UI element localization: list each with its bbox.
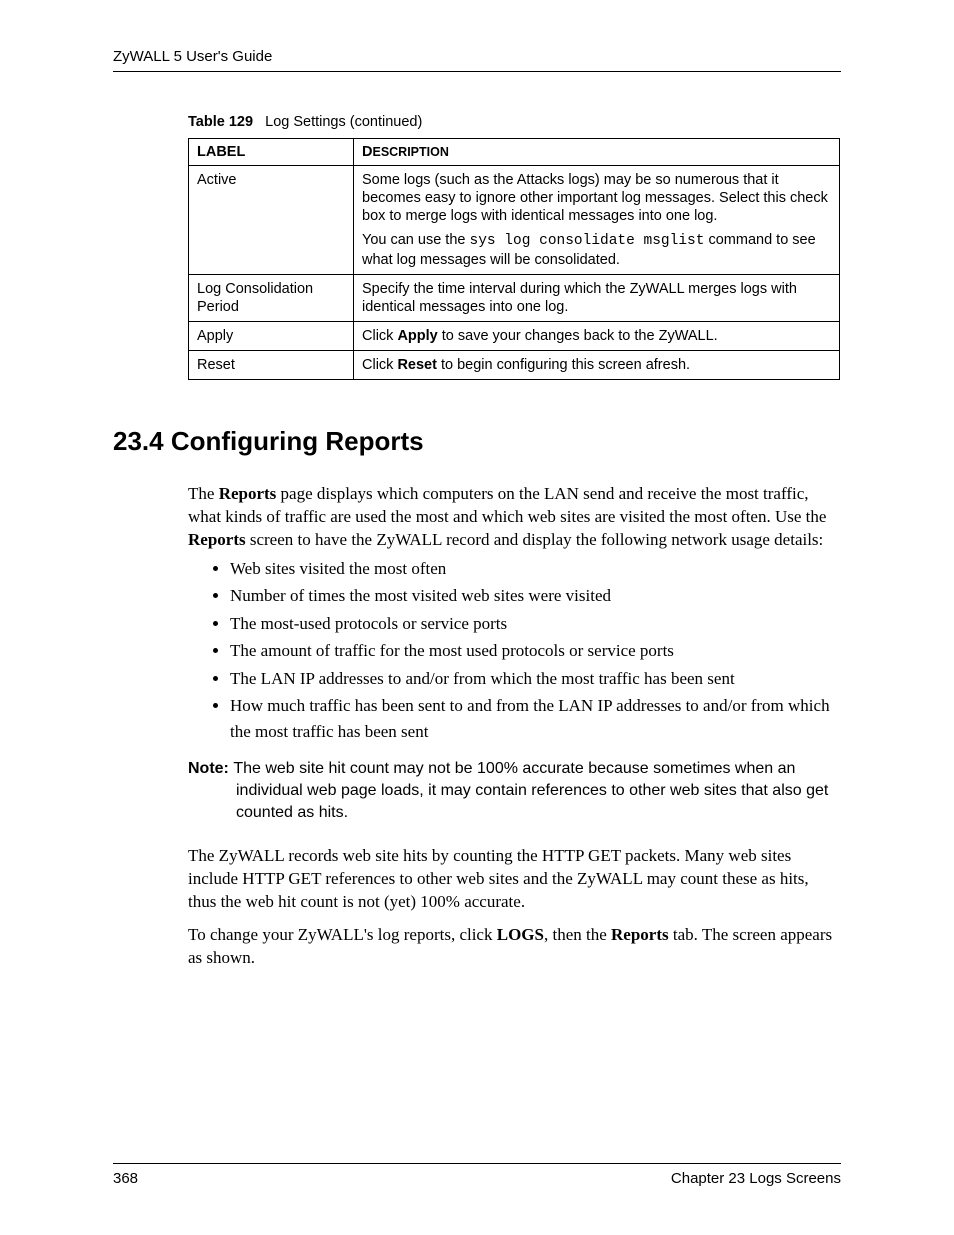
paragraph-after-note-1: The ZyWALL records web site hits by coun… <box>188 845 841 914</box>
list-item: Number of times the most visited web sit… <box>230 583 841 609</box>
table-row: Reset Click Reset to begin configuring t… <box>189 351 840 380</box>
cell-desc-period: Specify the time interval during which t… <box>354 274 840 321</box>
list-item: The amount of traffic for the most used … <box>230 638 841 664</box>
table-caption: Table 129 Log Settings (continued) <box>188 114 841 130</box>
page-number: 368 <box>113 1170 138 1187</box>
cell-desc-reset: Click Reset to begin configuring this sc… <box>354 351 840 380</box>
intro-paragraph: The Reports page displays which computer… <box>188 483 841 552</box>
log-settings-table: LABEL DESCRIPTION Active Some logs (such… <box>188 138 840 380</box>
note-label: Note: <box>188 760 233 777</box>
cell-desc-apply: Click Apply to save your changes back to… <box>354 321 840 350</box>
table-row: Apply Click Apply to save your changes b… <box>189 321 840 350</box>
table-number: Table 129 <box>188 114 253 130</box>
active-desc-p1: Some logs (such as the Attacks logs) may… <box>362 172 828 224</box>
table-header-row: LABEL DESCRIPTION <box>189 139 840 166</box>
table-row: Active Some logs (such as the Attacks lo… <box>189 166 840 275</box>
note-block: Note: The web site hit count may not be … <box>188 758 841 823</box>
cell-label-reset: Reset <box>189 351 354 380</box>
cell-label-period: Log Consolidation Period <box>189 274 354 321</box>
paragraph-after-note-2: To change your ZyWALL's log reports, cli… <box>188 924 841 970</box>
table-row: Log Consolidation Period Specify the tim… <box>189 274 840 321</box>
list-item: The most-used protocols or service ports <box>230 611 841 637</box>
page-footer: 368 Chapter 23 Logs Screens <box>113 1163 841 1187</box>
cell-desc-active: Some logs (such as the Attacks logs) may… <box>354 166 840 275</box>
col-label: LABEL <box>189 139 354 166</box>
note-first-word: The web site hit count may not be 100% a… <box>233 760 795 777</box>
chapter-label: Chapter 23 Logs Screens <box>671 1170 841 1187</box>
active-desc-p2a: You can use the <box>362 232 470 248</box>
col-description: DESCRIPTION <box>354 139 840 166</box>
bullet-list: Web sites visited the most often Number … <box>188 556 841 745</box>
cell-label-apply: Apply <box>189 321 354 350</box>
running-header: ZyWALL 5 User's Guide <box>113 48 841 72</box>
list-item: The LAN IP addresses to and/or from whic… <box>230 666 841 692</box>
list-item: Web sites visited the most often <box>230 556 841 582</box>
section-heading: 23.4 Configuring Reports <box>113 426 841 457</box>
active-desc-cmd: sys log consolidate msglist <box>470 233 705 249</box>
cell-label-active: Active <box>189 166 354 275</box>
list-item: How much traffic has been sent to and fr… <box>230 693 841 744</box>
table-caption-text: Log Settings (continued) <box>265 114 422 130</box>
